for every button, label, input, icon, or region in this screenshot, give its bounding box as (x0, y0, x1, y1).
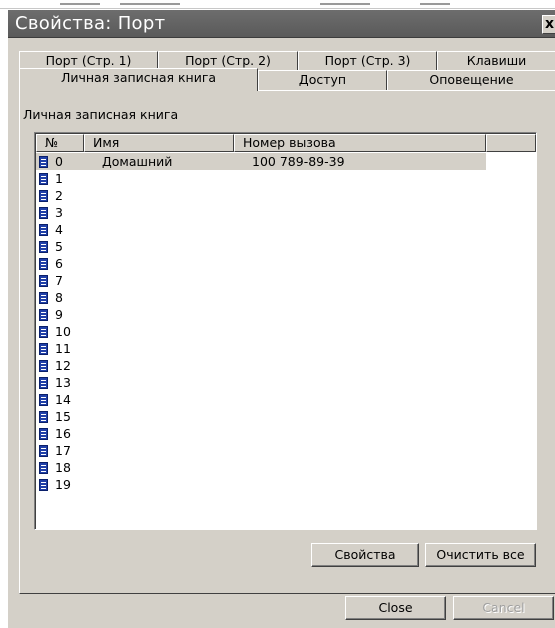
entry-number: 19 (55, 477, 71, 492)
dialog-title: Свойства: Порт (15, 13, 166, 34)
cancel-button: Cancel (453, 596, 554, 620)
list-item[interactable]: 2 (36, 187, 536, 204)
entry-number: 7 (55, 273, 63, 288)
background-window-strip (0, 0, 555, 9)
list-item[interactable]: 13 (36, 374, 536, 391)
entry-number: 11 (55, 341, 71, 356)
tab-keys[interactable]: Клавиши (437, 51, 555, 70)
entry-phone: 100 789-89-39 (252, 154, 345, 169)
entry-number: 8 (55, 290, 63, 305)
address-card-icon (39, 342, 48, 355)
entry-number: 0 (55, 154, 63, 169)
address-card-icon (39, 257, 48, 270)
list-item[interactable]: 11 (36, 340, 536, 357)
list-rows: 0 Домашний 100 789-89-39 1 2 3 4 5 6 7 8 9 10 11 12 13 1… (36, 153, 536, 493)
address-card-icon (39, 274, 48, 287)
entry-number: 16 (55, 426, 71, 441)
address-card-icon (39, 410, 48, 423)
address-card-icon (39, 325, 48, 338)
entry-number: 17 (55, 443, 71, 458)
column-header-name[interactable]: Имя (84, 134, 234, 152)
column-header-number[interactable]: № (36, 134, 84, 152)
clear-all-button[interactable]: Очистить все (425, 543, 536, 567)
list-item[interactable]: 10 (36, 323, 536, 340)
list-item[interactable]: 15 (36, 408, 536, 425)
phonebook-list[interactable]: № Имя Номер вызова 0 Домашний 100 789-89-3… (34, 132, 537, 530)
address-card-icon (39, 172, 48, 185)
close-icon[interactable]: x (542, 15, 555, 34)
list-item[interactable]: 14 (36, 391, 536, 408)
list-item[interactable]: 16 (36, 425, 536, 442)
tab-port-page-3[interactable]: Порт (Стр. 3) (298, 51, 437, 70)
list-item[interactable]: 17 (36, 442, 536, 459)
entry-number: 2 (55, 188, 63, 203)
entry-number: 5 (55, 239, 63, 254)
entry-number: 15 (55, 409, 71, 424)
address-card-icon (39, 393, 48, 406)
entry-number: 12 (55, 358, 71, 373)
entry-number: 13 (55, 375, 71, 390)
properties-button[interactable]: Свойства (311, 543, 419, 567)
entry-number: 10 (55, 324, 71, 339)
list-item[interactable]: 0 Домашний 100 789-89-39 (36, 153, 536, 170)
list-item[interactable]: 4 (36, 221, 536, 238)
address-card-icon (39, 155, 48, 168)
entry-name: Домашний (102, 154, 173, 169)
column-header-empty (486, 134, 536, 152)
background-mark (320, 3, 370, 5)
address-card-icon (39, 206, 48, 219)
address-card-icon (39, 240, 48, 253)
entry-number: 3 (55, 205, 63, 220)
address-card-icon (39, 223, 48, 236)
entry-number: 9 (55, 307, 63, 322)
address-card-icon (39, 376, 48, 389)
list-header: № Имя Номер вызова (36, 134, 536, 152)
list-item[interactable]: 6 (36, 255, 536, 272)
background-mark (60, 3, 100, 5)
close-button[interactable]: Close (345, 596, 446, 620)
address-card-icon (39, 359, 48, 372)
address-card-icon (39, 189, 48, 202)
background-mark (120, 3, 180, 5)
list-item[interactable]: 5 (36, 238, 536, 255)
tab-notification[interactable]: Оповещение (387, 70, 555, 90)
list-item[interactable]: 7 (36, 272, 536, 289)
tab-personal-phonebook[interactable]: Личная записная книга (19, 68, 258, 91)
title-bar[interactable]: Свойства: Порт x (8, 10, 555, 38)
list-item[interactable]: 1 (36, 170, 536, 187)
entry-number: 14 (55, 392, 71, 407)
entry-number: 6 (55, 256, 63, 271)
list-item[interactable]: 12 (36, 357, 536, 374)
background-mark (420, 3, 450, 5)
entry-number: 4 (55, 222, 63, 237)
list-item[interactable]: 19 (36, 476, 536, 493)
address-card-icon (39, 478, 48, 491)
address-card-icon (39, 291, 48, 304)
tab-access[interactable]: Доступ (258, 70, 387, 90)
column-header-phone[interactable]: Номер вызова (234, 134, 486, 152)
address-card-icon (39, 461, 48, 474)
list-item[interactable]: 9 (36, 306, 536, 323)
group-label: Личная записная книга (23, 107, 179, 122)
entry-number: 18 (55, 460, 71, 475)
address-card-icon (39, 308, 48, 321)
entry-number: 1 (55, 171, 63, 186)
address-card-icon (39, 444, 48, 457)
address-card-icon (39, 427, 48, 440)
list-item[interactable]: 3 (36, 204, 536, 221)
list-item[interactable]: 8 (36, 289, 536, 306)
list-item[interactable]: 18 (36, 459, 536, 476)
